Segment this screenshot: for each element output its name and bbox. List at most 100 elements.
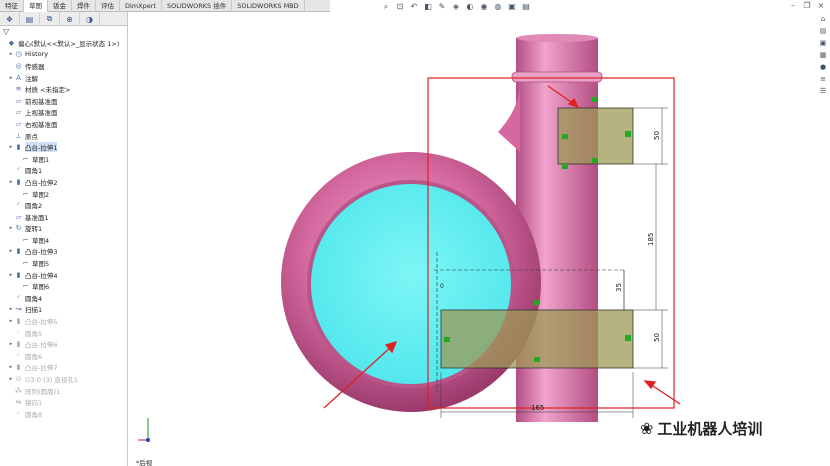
dimxpert-manager-icon[interactable]: ⊕ (60, 12, 80, 26)
pipe-top-end (516, 34, 598, 42)
tree-item[interactable]: ▸ ◷ History (0, 49, 127, 61)
property-manager-icon[interactable]: ▤ (20, 12, 40, 26)
fillet-icon: ◜ (17, 328, 20, 337)
command-tab[interactable]: 特征 (0, 0, 24, 12)
restore-icon[interactable]: ❐ (802, 0, 812, 11)
extrude-icon: ▮ (16, 247, 21, 256)
dim-middle-span[interactable]: 185 (647, 233, 655, 246)
file-explorer-icon[interactable]: ▣ (818, 38, 828, 48)
view-palette-icon[interactable]: ▦ (818, 50, 828, 60)
tree-item-label: 原点 (25, 132, 38, 141)
dim-top-height[interactable]: 50 (653, 131, 661, 140)
filter-icon[interactable]: ▽ (0, 26, 127, 37)
command-tab[interactable]: 草图 (24, 0, 48, 12)
view-orientation-icon[interactable]: ◈ (450, 1, 462, 12)
previous-view-icon[interactable]: ↶ (408, 1, 420, 12)
sketch-icon: ⌐ (22, 189, 29, 198)
tree-item[interactable]: ≋ 材质 <未指定> (0, 83, 127, 95)
custom-properties-icon[interactable]: ≡ (818, 74, 828, 84)
command-tab[interactable]: SOLIDWORKS MBD (232, 0, 305, 12)
plane-icon: ▱ (15, 108, 22, 117)
zoom-area-icon[interactable]: ⊡ (394, 1, 406, 12)
tree-item[interactable]: ◜ 圆角8 (0, 408, 127, 420)
tree-item[interactable]: ▸ ⊙ ∅3.0 (3) 直径孔1 (0, 373, 127, 385)
tree-item[interactable]: ⁂ 阵列(圆周)1 (0, 385, 127, 397)
solidworks-forum-icon[interactable]: ☰ (818, 86, 828, 96)
model-scene[interactable]: 50 185 35 50 165 0 (128, 12, 818, 466)
tree-item[interactable]: ▸ ↻ 旋转1 (0, 223, 127, 235)
command-tab[interactable]: 评估 (96, 0, 120, 12)
command-tab[interactable]: 焊件 (72, 0, 96, 12)
graphics-area[interactable]: 50 185 35 50 165 0 (128, 12, 818, 466)
extrude-icon: ▮ (16, 143, 21, 152)
annotation-icon: A (16, 73, 21, 82)
tree-item[interactable]: ⌐ 草图6 (0, 280, 127, 292)
resources-icon[interactable]: ⌂ (818, 14, 828, 24)
display-style-icon[interactable]: ◐ (464, 1, 476, 12)
minimize-icon[interactable]: – (788, 0, 798, 11)
view-settings-icon[interactable]: ▤ (520, 1, 532, 12)
configuration-manager-icon[interactable]: ⧉ (40, 12, 60, 26)
display-manager-icon[interactable]: ◑ (80, 12, 100, 26)
tree-item[interactable]: ▸ ▮ 凸台-拉伸7 (0, 362, 127, 374)
sweep-icon: ↝ (15, 305, 22, 314)
tree-item[interactable]: ⌐ 草图4 (0, 234, 127, 246)
command-tab[interactable]: DimXpert (120, 0, 162, 12)
tree-item[interactable]: ▸ A 注解 (0, 72, 127, 84)
tree-item[interactable]: ⇋ 镜向1 (0, 396, 127, 408)
tree-item[interactable]: ◜ 圆角2 (0, 199, 127, 211)
tree-item[interactable]: ▸ ▮ 凸台-拉伸6 (0, 338, 127, 350)
tree-item[interactable]: ◜ 圆角4 (0, 292, 127, 304)
extrude-icon: ▮ (16, 340, 21, 349)
tree-item[interactable]: ◜ 圆角6 (0, 350, 127, 362)
tree-item[interactable]: ▱ 基准面1 (0, 211, 127, 223)
feature-manager-panel: ❖ ▤ ⧉ ⊕ ◑ ▽ ◆ 偏心(默认<<默认>_显示状态 1>) ▸ ◷ History ◎ 传感… (0, 12, 128, 466)
sketch-icon: ⌐ (22, 282, 29, 291)
tree-item[interactable]: ▱ 右视基准面 (0, 118, 127, 130)
tree-item[interactable]: ◆ 偏心(默认<<默认>_显示状态 1>) (0, 37, 127, 49)
view-orientation-label: *后视 (136, 459, 153, 466)
tree-item[interactable]: ⌐ 草图1 (0, 153, 127, 165)
section-view-icon[interactable]: ◧ (422, 1, 434, 12)
dim-overall-width[interactable]: 165 (531, 404, 544, 412)
fillet-icon: ◜ (17, 293, 20, 302)
tree-item[interactable]: ▸ ↝ 扫描1 (0, 304, 127, 316)
tree-item[interactable]: ◜ 圆角1 (0, 165, 127, 177)
tree-item[interactable]: ▸ ▮ 凸台-拉伸3 (0, 246, 127, 258)
tree-item-label: 凸台-拉伸2 (25, 178, 58, 187)
close-icon[interactable]: × (816, 0, 826, 11)
tree-item[interactable]: ▸ ▮ 凸台-拉伸1 (0, 141, 127, 153)
tree-item[interactable]: ▸ ▮ 凸台-拉伸5 (0, 315, 127, 327)
upper-sketch-rect[interactable] (557, 107, 634, 165)
dim-offset[interactable]: 35 (615, 283, 623, 292)
edit-appearance-icon[interactable]: ◍ (492, 1, 504, 12)
command-tab[interactable]: SOLIDWORKS 插件 (162, 0, 233, 12)
tree-item[interactable]: ◜ 圆角5 (0, 327, 127, 339)
feature-manager-icon[interactable]: ❖ (0, 12, 20, 26)
tree-item[interactable]: ⊥ 原点 (0, 130, 127, 142)
dim-bottom-height[interactable]: 50 (653, 333, 661, 342)
tree-item[interactable]: ▱ 前视基准面 (0, 95, 127, 107)
tree-item[interactable]: ▸ ▮ 凸台-拉伸4 (0, 269, 127, 281)
panel-tab-bar: ❖ ▤ ⧉ ⊕ ◑ (0, 12, 127, 26)
tree-item-label: 凸台-拉伸5 (25, 318, 58, 327)
tree-item[interactable]: ▸ ▮ 凸台-拉伸2 (0, 176, 127, 188)
tree-item[interactable]: ⌐ 草图5 (0, 257, 127, 269)
plane-icon: ▱ (15, 212, 22, 221)
tree-item-label: 凸台-拉伸1 (25, 142, 58, 153)
zoom-fit-icon[interactable]: ⌕ (380, 1, 392, 12)
tree-item-label: 右视基准面 (25, 120, 58, 129)
apply-scene-icon[interactable]: ▣ (506, 1, 518, 12)
appearances-icon[interactable]: ● (818, 62, 828, 72)
dynamic-annotation-icon[interactable]: ✎ (436, 1, 448, 12)
tree-item[interactable]: ▱ 上视基准面 (0, 107, 127, 119)
hide-show-icon[interactable]: ◉ (478, 1, 490, 12)
tree-item-label: 圆角6 (25, 352, 43, 361)
extrude-icon: ▮ (16, 177, 21, 186)
design-library-icon[interactable]: ▤ (818, 26, 828, 36)
tree-item[interactable]: ◎ 传感器 (0, 60, 127, 72)
watermark-text: 工业机器人培训 (657, 420, 763, 438)
tree-item[interactable]: ⌐ 草图2 (0, 188, 127, 200)
command-tab[interactable]: 钣金 (48, 0, 72, 12)
plane-icon: ▱ (15, 96, 22, 105)
